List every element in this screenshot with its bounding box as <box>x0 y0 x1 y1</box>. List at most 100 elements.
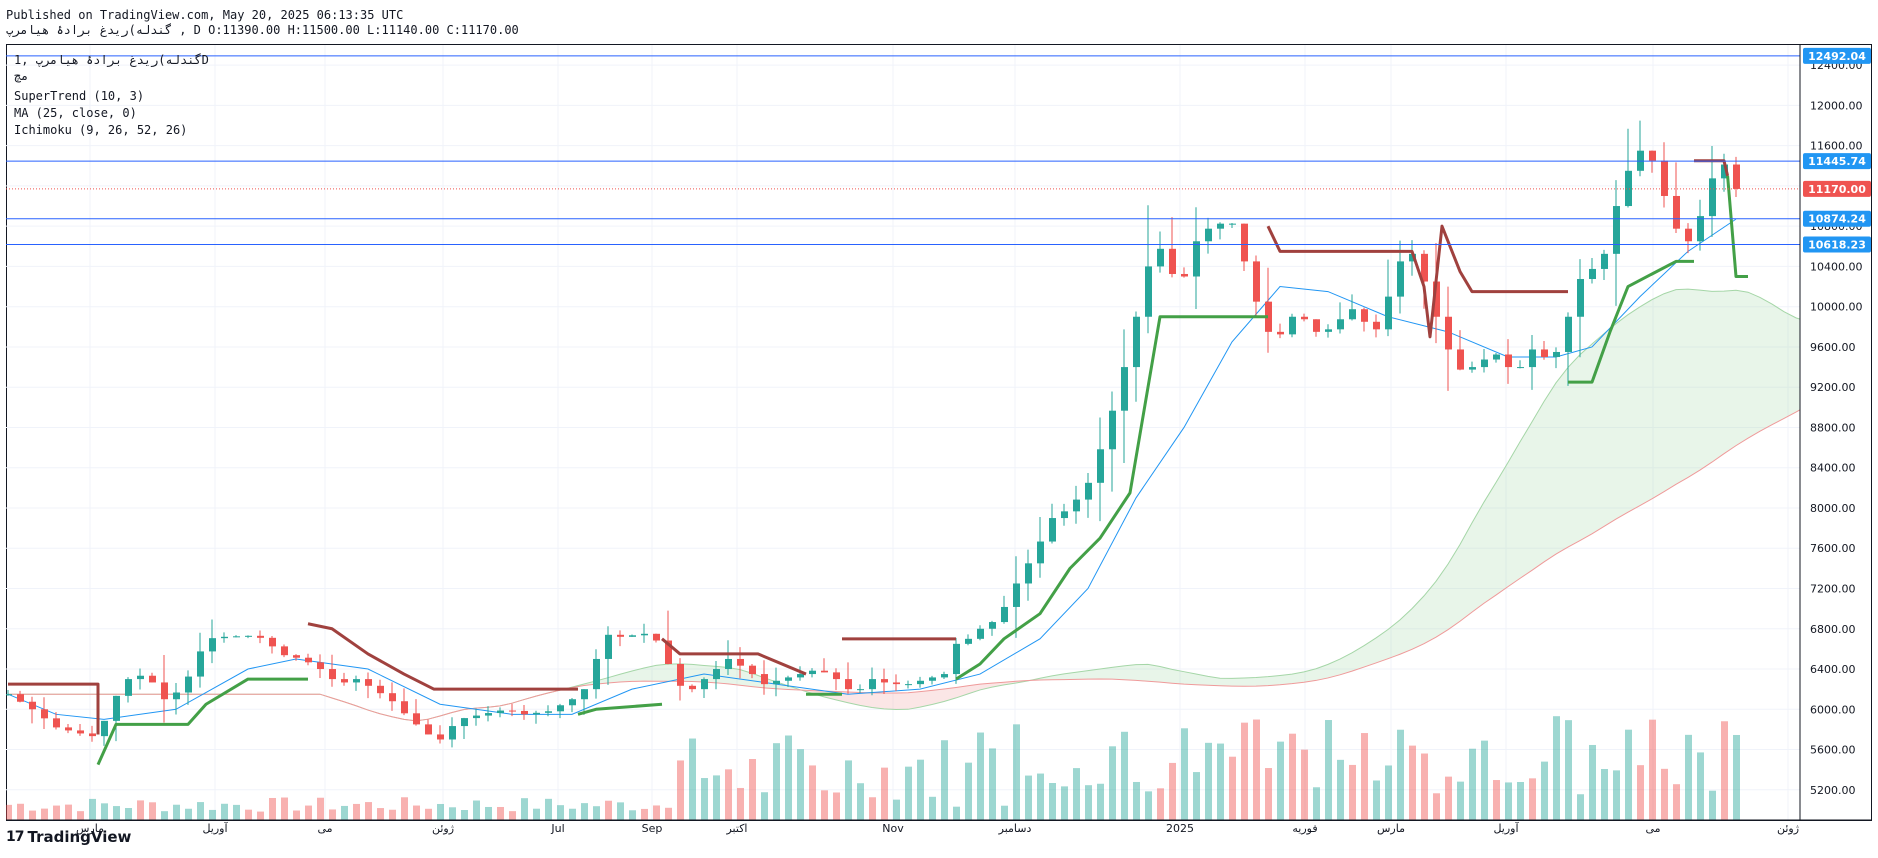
ichimoku-cloud <box>1688 289 1700 478</box>
price-axis-label-text: 12492.04 <box>1808 50 1866 63</box>
volume-bar <box>509 811 516 820</box>
candle-body <box>365 679 372 686</box>
legend-supertrend[interactable]: SuperTrend (10, 3) <box>14 88 144 104</box>
candle-body <box>821 670 828 673</box>
ichimoku-cloud <box>1424 581 1436 644</box>
volume-bar <box>857 783 864 820</box>
ichimoku-cloud <box>1868 330 1878 373</box>
candle-body <box>485 713 492 716</box>
legend-ichimoku[interactable]: Ichimoku (9, 26, 52, 26) <box>14 122 187 138</box>
ichimoku-cloud <box>1844 327 1856 386</box>
volume-bar <box>377 808 384 820</box>
y-tick-label: 10400.00 <box>1810 260 1863 273</box>
x-tick-label: دسامبر <box>998 822 1032 835</box>
candle-body <box>1337 319 1344 330</box>
volume-bar <box>1409 745 1416 820</box>
volume-bar <box>809 765 816 820</box>
candle-body <box>953 643 960 675</box>
volume-bar <box>245 809 252 820</box>
ichimoku-cloud <box>1616 314 1628 520</box>
volume-bar <box>1505 782 1512 820</box>
volume-bar <box>6 804 12 820</box>
candle-body <box>101 720 108 737</box>
ichimoku-cloud <box>1556 367 1568 555</box>
volume-bar <box>1085 785 1092 820</box>
candle-body <box>257 635 264 638</box>
x-tick-label: فوریه <box>1292 822 1317 835</box>
volume-bar <box>833 792 840 820</box>
volume-bar <box>737 787 744 820</box>
candle-body <box>437 734 444 740</box>
ichimoku-cloud <box>1856 329 1868 380</box>
volume-bar <box>1697 752 1704 820</box>
volume-bar <box>929 796 936 820</box>
volume-bar <box>821 790 828 820</box>
volume-bar <box>1529 778 1536 820</box>
candle-body <box>293 655 300 658</box>
volume-bar <box>53 805 60 820</box>
volume-bar <box>341 805 348 820</box>
volume-bar <box>1241 722 1248 820</box>
volume-bar <box>1373 780 1380 820</box>
volume-bar <box>905 766 912 820</box>
volume-bar <box>521 798 528 820</box>
volume-bar <box>317 797 324 820</box>
candle-body <box>1661 160 1668 196</box>
volume-bar <box>473 800 480 820</box>
candle-body <box>65 727 72 731</box>
volume-bar <box>557 805 564 820</box>
volume-bar <box>101 803 108 820</box>
candle-body <box>473 715 480 719</box>
volume-bar <box>1193 772 1200 820</box>
volume-bar <box>461 810 468 820</box>
x-tick-label: می <box>1645 822 1660 835</box>
volume-bar <box>425 808 432 820</box>
ichimoku-cloud <box>1652 293 1664 499</box>
candle-body <box>1289 316 1296 335</box>
ichimoku-cloud <box>908 691 920 710</box>
legend-symbol: گندله)ریدغ برادۀ هیامرپ ,1D <box>14 53 209 67</box>
volume-bar <box>1589 744 1596 820</box>
candle-body <box>401 701 408 714</box>
volume-bar <box>773 743 780 820</box>
volume-bar <box>365 802 372 820</box>
tradingview-brand[interactable]: 17 TradingView <box>6 828 131 846</box>
candle-body <box>797 674 804 678</box>
candle-body <box>1517 367 1524 369</box>
candle-body <box>149 675 156 683</box>
candle-body <box>521 710 528 715</box>
volume-bar <box>881 767 888 820</box>
candle-body <box>377 685 384 694</box>
candle-body <box>1445 316 1452 350</box>
candle-body <box>689 685 696 690</box>
candle-body <box>1349 309 1356 320</box>
candle-body <box>893 682 900 685</box>
volume-bar <box>1061 786 1068 820</box>
candle-body <box>1625 170 1632 207</box>
volume-bar <box>221 803 228 820</box>
candle-body <box>929 677 936 681</box>
ichimoku-cloud <box>1700 290 1712 471</box>
candle-body <box>125 679 132 696</box>
candle-body <box>1481 359 1488 368</box>
volume-bar <box>1229 756 1236 820</box>
y-tick-label: 6400.00 <box>1810 663 1856 676</box>
candle-body <box>1013 583 1020 607</box>
candle-body <box>869 679 876 690</box>
volume-bar <box>401 797 408 820</box>
price-chart[interactable]: 5200.00 5600.00 6000.00 6400.00 6800.00 7200.… <box>0 0 1878 858</box>
y-tick-label: 7200.00 <box>1810 583 1856 596</box>
volume-bar <box>1325 720 1332 820</box>
legend-ma[interactable]: MA (25, close, 0) <box>14 105 137 121</box>
candle-body <box>461 718 468 727</box>
candle-body <box>917 680 924 685</box>
candle-body <box>749 665 756 675</box>
volume-bar <box>1217 743 1224 820</box>
ichimoku-cloud <box>1520 421 1532 579</box>
x-tick-label: 2025 <box>1166 822 1194 835</box>
volume-bar <box>1385 765 1392 820</box>
ichimoku-cloud <box>1580 344 1592 541</box>
volume-bar <box>1433 793 1440 820</box>
candle-body <box>1697 216 1704 242</box>
volume-bar <box>1205 742 1212 820</box>
